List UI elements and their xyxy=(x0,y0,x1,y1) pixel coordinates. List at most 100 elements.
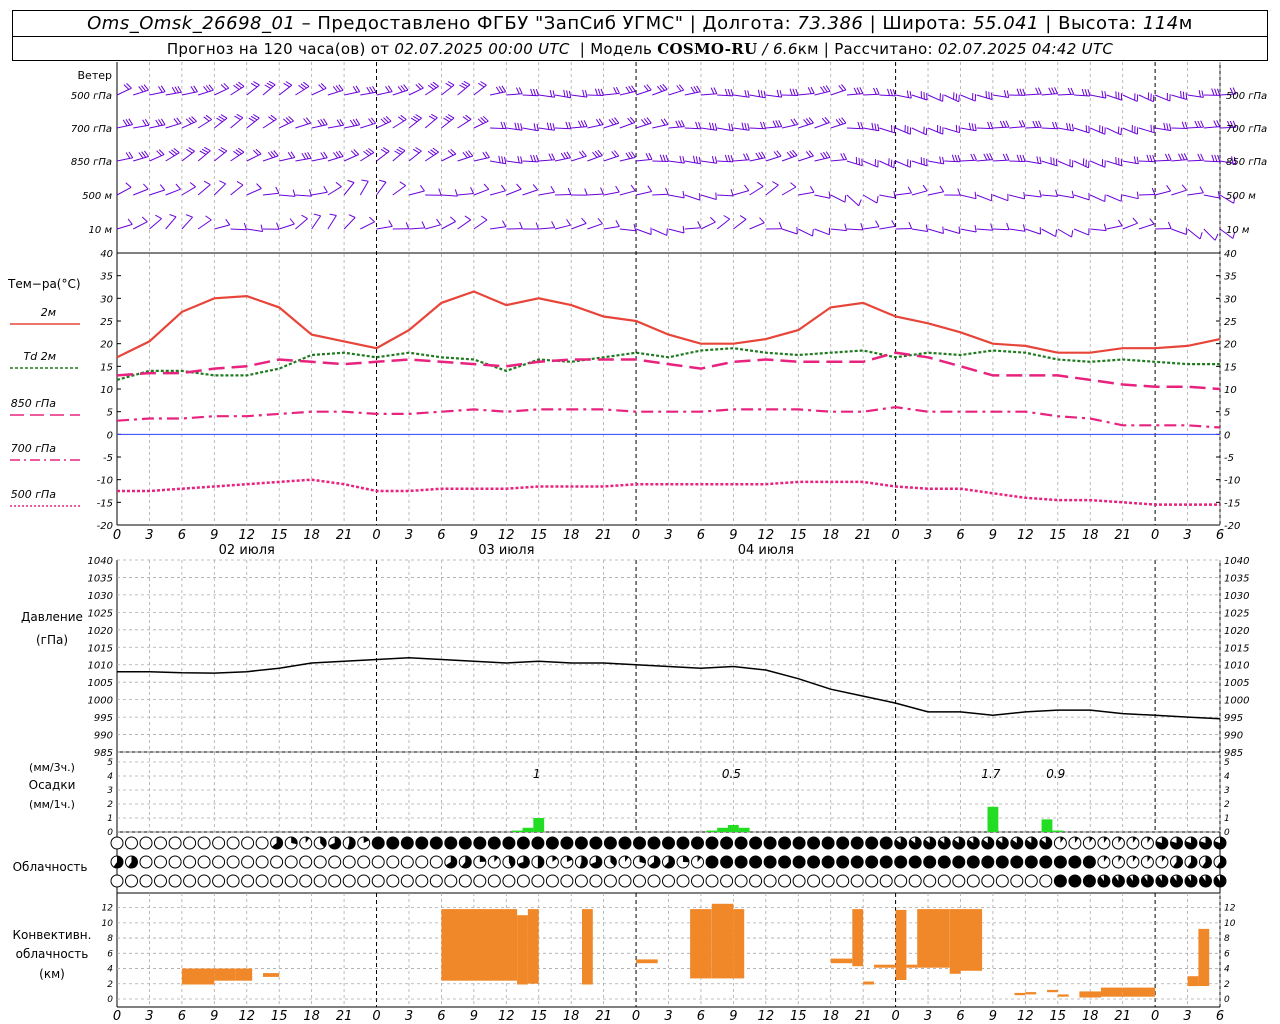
cloud-circle xyxy=(371,855,385,869)
conv-ytick-label: 2 xyxy=(1224,980,1230,990)
wind-barb xyxy=(133,84,149,96)
cloud-circle xyxy=(981,855,995,869)
cloud-circle xyxy=(1068,874,1082,888)
wind-barb xyxy=(376,220,393,230)
wind-barb xyxy=(424,147,439,162)
wind-barb xyxy=(1106,219,1123,230)
cloud-circle xyxy=(836,874,850,888)
conv-cloud-bar xyxy=(636,959,658,964)
wind-barb xyxy=(262,186,280,196)
wind-barb xyxy=(343,85,361,96)
wind-barb xyxy=(506,183,522,196)
cloud-circle xyxy=(807,855,821,869)
cloud-circle xyxy=(720,855,734,869)
wind-barb xyxy=(262,80,276,96)
hour-tick-label: 18 xyxy=(303,528,320,543)
temp-ytick-label: 35 xyxy=(1224,272,1237,283)
wind-barb xyxy=(522,222,539,230)
press-ytick-label: 1015 xyxy=(88,643,113,654)
cloud-circle xyxy=(1010,855,1024,869)
wind-barb xyxy=(554,89,572,99)
wind-barb xyxy=(1073,192,1090,201)
cloud-panel xyxy=(110,836,1227,888)
wind-barb xyxy=(911,224,929,232)
wind-barb xyxy=(1009,88,1026,96)
precip-ytick-label: 2 xyxy=(107,800,113,810)
cloud-circle xyxy=(1213,874,1227,888)
hour-tick-label: 18 xyxy=(303,1009,320,1024)
cloud-circle xyxy=(1097,836,1111,850)
wind-barb xyxy=(944,124,960,134)
hour-tick-label: 3 xyxy=(1183,1009,1191,1024)
conv-cloud-bar xyxy=(582,909,593,985)
wind-barb xyxy=(441,148,457,162)
wind-level-label: 500 гПа xyxy=(71,91,112,102)
temp-ytick-label: 10 xyxy=(100,385,113,396)
precip-bar xyxy=(738,827,750,832)
wind-barb xyxy=(408,147,422,162)
wind-barb xyxy=(960,191,977,200)
wind-barb xyxy=(473,115,489,129)
cloud-circle xyxy=(807,874,821,888)
wind-barb xyxy=(798,150,814,162)
wind-barb xyxy=(1187,153,1204,162)
cloud-circle xyxy=(458,855,472,869)
wind-barb xyxy=(749,89,766,99)
cloud-circle xyxy=(923,874,937,888)
hour-tick-label: 15 xyxy=(530,1009,547,1024)
wind-barb xyxy=(1138,187,1156,196)
wind-barb xyxy=(781,182,797,196)
wind-barb xyxy=(863,220,880,230)
cloud-circle xyxy=(807,836,821,850)
wind-barb xyxy=(1154,185,1172,196)
wind-barb xyxy=(279,189,296,197)
wind-barb xyxy=(749,217,765,230)
cloud-circle xyxy=(850,874,864,888)
cloud-circle xyxy=(836,855,850,869)
cloud-circle xyxy=(633,874,646,888)
wind-barb xyxy=(1025,190,1042,198)
wind-barb xyxy=(197,114,212,129)
wind-level-label: 700 гПа xyxy=(1226,124,1267,135)
wind-barb xyxy=(311,118,328,129)
wind-barb xyxy=(1057,228,1074,238)
wind-barb xyxy=(587,187,604,196)
wind-barb xyxy=(635,117,652,129)
wind-barb xyxy=(992,222,1010,231)
hour-tick-label: 0 xyxy=(1151,1009,1159,1024)
wind-barb xyxy=(717,123,734,132)
hour-tick-label: 0 xyxy=(632,528,640,543)
wind-barb xyxy=(522,184,539,196)
wind-barb xyxy=(782,88,799,96)
cloud-circle xyxy=(284,836,298,850)
wind-barb xyxy=(279,218,295,230)
wind-barb xyxy=(1041,157,1058,167)
cloud-circle xyxy=(125,836,138,850)
wind-barb xyxy=(927,93,944,102)
wind-barb xyxy=(1187,90,1204,98)
wind-barb xyxy=(830,223,848,232)
cloud-circle xyxy=(1039,874,1053,888)
press-ytick-label: 1010 xyxy=(1224,661,1249,672)
wind-barb xyxy=(668,190,685,199)
wind-barb xyxy=(635,84,652,96)
wind-barb xyxy=(408,114,422,129)
wind-barb xyxy=(213,180,227,196)
cloud-circle xyxy=(545,874,559,888)
cloud-circle xyxy=(662,874,675,888)
hour-tick-label: 12 xyxy=(498,528,515,543)
cloud-circle xyxy=(545,855,559,869)
conv-cloud-bar xyxy=(441,909,518,981)
wind-barb xyxy=(603,185,620,196)
wind-barb xyxy=(165,117,182,129)
cloud-circle xyxy=(1010,874,1024,888)
cloud-circle xyxy=(429,836,443,850)
wind-barb xyxy=(846,223,864,231)
wind-barb xyxy=(798,228,814,237)
cloud-circle xyxy=(444,855,458,869)
hour-tick-label: 15 xyxy=(1050,528,1067,543)
wind-barb xyxy=(1025,87,1042,96)
cloud-circle xyxy=(1082,836,1096,850)
wind-barb xyxy=(976,121,994,130)
cloud-circle xyxy=(357,874,371,888)
